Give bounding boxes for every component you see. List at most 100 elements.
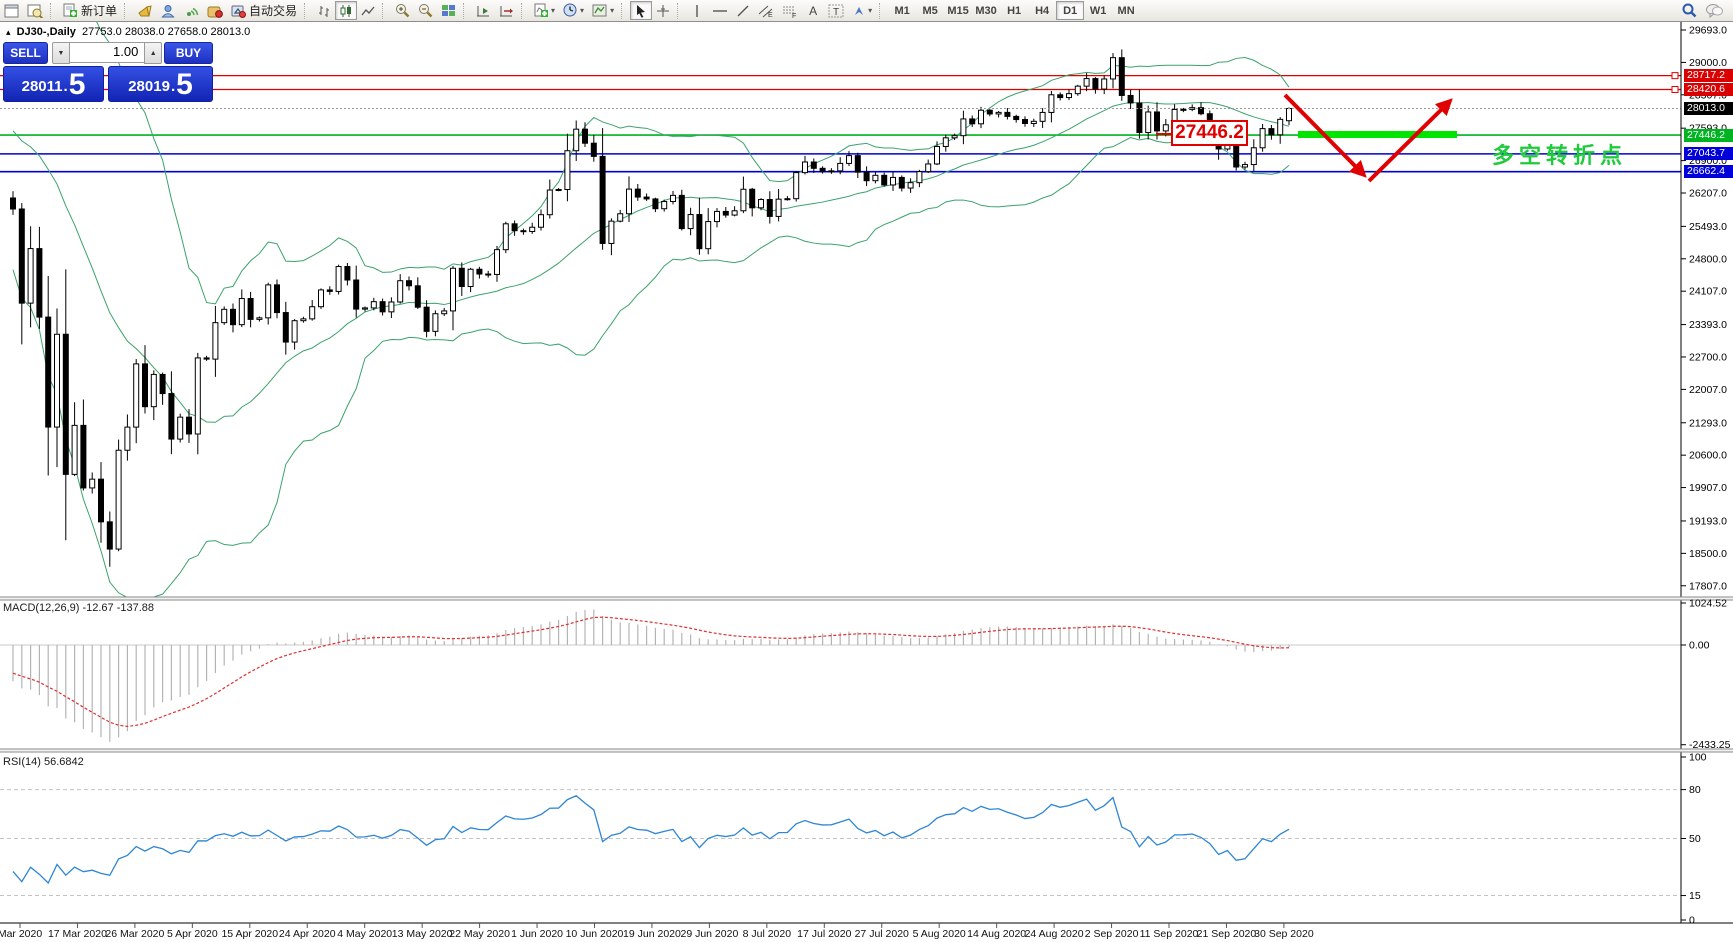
timeframe-m5[interactable]: M5 [916,1,944,20]
sell-price[interactable]: 28011. 5 [3,66,105,102]
megaphone-icon[interactable] [133,1,157,20]
svg-text:1 Jun 2020: 1 Jun 2020 [511,928,563,940]
zoom-out-button[interactable] [414,1,437,20]
svg-text:23393.0: 23393.0 [1689,319,1727,331]
svg-text:17807.0: 17807.0 [1689,580,1727,592]
cursor-tool[interactable] [630,1,653,20]
bar-chart-button[interactable] [313,1,335,20]
svg-text:0: 0 [1689,915,1695,927]
horizontal-line-tool[interactable] [708,1,732,20]
price-badge: 28717.2 [1684,69,1733,83]
market-icon[interactable] [203,1,227,20]
chart-title: ▴ DJ30-,Daily 27753.0 28038.0 27658.0 28… [6,26,250,38]
timeframe-m30[interactable]: M30 [972,1,1000,20]
price-badge: 27446.2 [1684,128,1733,142]
chart-profiles-button[interactable] [23,1,47,20]
buy-price[interactable]: 28019. 5 [108,66,213,102]
volume-decrease-button[interactable]: ▼ [52,42,70,64]
svg-text:80: 80 [1689,784,1701,796]
svg-text:26207.0: 26207.0 [1689,187,1727,199]
svg-text:5 Aug 2020: 5 Aug 2020 [913,928,966,940]
candlestick-chart-button[interactable] [335,1,358,20]
arrows-tool-dropdown[interactable]: ▾ [848,1,876,20]
auto-scroll-button[interactable] [472,1,495,20]
svg-text:20600.0: 20600.0 [1689,450,1727,462]
line-chart-button[interactable] [357,1,379,20]
svg-text:50: 50 [1689,833,1701,845]
svg-text:17 Mar 2020: 17 Mar 2020 [48,928,107,940]
svg-text:-2433.25: -2433.25 [1689,739,1731,751]
timeframe-mn[interactable]: MN [1112,1,1140,20]
svg-text:18500.0: 18500.0 [1689,548,1727,560]
svg-text:25493.0: 25493.0 [1689,221,1727,233]
new-chart-button[interactable] [0,1,23,20]
signals-icon[interactable] [180,1,203,20]
svg-text:24 Aug 2020: 24 Aug 2020 [1025,928,1084,940]
svg-text:13 May 2020: 13 May 2020 [392,928,453,940]
vertical-line-tool[interactable] [686,1,708,20]
svg-text:21 Sep 2020: 21 Sep 2020 [1197,928,1257,940]
svg-text:5 Apr 2020: 5 Apr 2020 [167,928,218,940]
svg-text:15 Apr 2020: 15 Apr 2020 [221,928,278,940]
zoom-in-button[interactable] [391,1,414,20]
ohlc-values: 27753.0 28038.0 27658.0 28013.0 [82,26,251,38]
svg-text:24800.0: 24800.0 [1689,253,1727,265]
timeframe-h4[interactable]: H4 [1028,1,1056,20]
search-icon[interactable] [1677,1,1701,20]
crosshair-tool[interactable] [652,1,674,20]
svg-text:22007.0: 22007.0 [1689,384,1727,396]
svg-text:29000.0: 29000.0 [1689,57,1727,69]
timeframe-h1[interactable]: H1 [1000,1,1028,20]
window-menu-icon[interactable]: ▴ [6,27,11,37]
timeframe-m1[interactable]: M1 [888,1,916,20]
volume-increase-button[interactable]: ▲ [144,42,162,64]
volume-input[interactable]: 1.00 [69,42,145,63]
tile-windows-button[interactable] [437,1,460,20]
indicators-dropdown[interactable]: ▾ [530,1,559,20]
chart-shift-button[interactable] [495,1,518,20]
one-click-trading-panel: SELL ▼ 1.00 ▲ BUY 28011. 5 28019. 5 [3,42,214,102]
timeframe-d1[interactable]: D1 [1056,1,1085,20]
new-order-button[interactable]: 新订单 [59,1,121,20]
chart-canvas[interactable]: 29693.029000.028307.027593.026900.026207… [0,0,1733,942]
periods-dropdown[interactable]: ▾ [559,1,588,20]
svg-text:17 Jul 2020: 17 Jul 2020 [797,928,851,940]
symbol-period: DJ30-,Daily [16,26,76,38]
svg-text:30 Sep 2020: 30 Sep 2020 [1254,928,1314,940]
autotrading-button[interactable]: 自动交易 [227,1,301,20]
timeframe-w1[interactable]: W1 [1084,1,1112,20]
turning-point-annotation[interactable]: 多空转折点 [1492,138,1627,170]
svg-text:0.00: 0.00 [1689,640,1710,652]
svg-text:100: 100 [1689,752,1707,764]
text-tool[interactable]: A [802,1,824,20]
new-order-label: 新订单 [81,4,118,18]
community-icon[interactable] [157,1,180,20]
svg-text:11 Sep 2020: 11 Sep 2020 [1140,928,1199,940]
price-badge: 26662.4 [1684,165,1733,179]
svg-text:22700.0: 22700.0 [1689,351,1727,363]
svg-text:26 Mar 2020: 26 Mar 2020 [105,928,164,940]
svg-text:21293.0: 21293.0 [1689,417,1727,429]
svg-text:29 Jun 2020: 29 Jun 2020 [680,928,738,940]
equidistant-channel-tool[interactable]: E [754,1,778,20]
svg-text:24107.0: 24107.0 [1689,286,1727,298]
autotrading-label: 自动交易 [249,4,298,18]
svg-text:19 Jun 2020: 19 Jun 2020 [623,928,681,940]
chat-icon[interactable] [1701,1,1727,20]
templates-dropdown[interactable]: ▾ [588,1,618,20]
svg-text:19193.0: 19193.0 [1689,515,1727,527]
text-label-tool[interactable]: T [824,1,848,20]
timeframe-m15[interactable]: M15 [944,1,972,20]
trendline-tool[interactable] [732,1,754,20]
price-badge: 27043.7 [1684,147,1733,161]
buy-button[interactable]: BUY [164,42,214,64]
svg-text:14 Aug 2020: 14 Aug 2020 [967,928,1026,940]
rsi-indicator-label: RSI(14) 56.6842 [3,756,84,768]
mt4-window: 新订单 自动交易 ▾ ▾ ▾ E F A T ▾ M1 M5 M15 M30 H… [0,0,1733,942]
svg-text:15: 15 [1689,890,1701,902]
sell-button[interactable]: SELL [3,42,49,64]
fibonacci-tool[interactable]: F [778,1,802,20]
svg-text:T: T [833,7,839,18]
price-level-annotation[interactable]: 27446.2 [1171,120,1248,146]
svg-text:2 Sep 2020: 2 Sep 2020 [1085,928,1139,940]
